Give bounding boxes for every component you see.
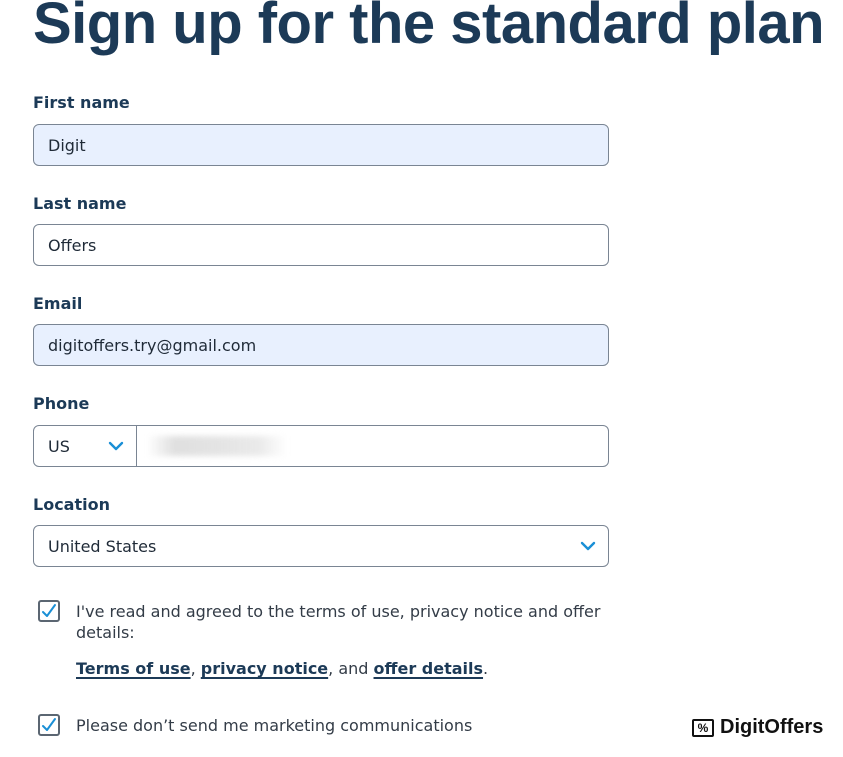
location-select[interactable]: United States xyxy=(33,525,609,567)
page-title: Sign up for the standard plan xyxy=(33,0,825,56)
watermark-brand: DigitOffers xyxy=(720,716,824,738)
privacy-notice-link[interactable]: privacy notice xyxy=(201,659,328,678)
first-name-value: Digit xyxy=(48,135,86,155)
phone-number-redacted xyxy=(147,436,287,456)
terms-text-line1: I've read and agreed to the terms of use… xyxy=(76,602,601,621)
percent-icon: % xyxy=(692,718,714,737)
location-label: Location xyxy=(33,495,110,514)
phone-label: Phone xyxy=(33,394,90,413)
terms-checkbox-label: I've read and agreed to the terms of use… xyxy=(76,601,600,643)
email-value: digitoffers.try@gmail.com xyxy=(48,335,257,355)
phone-field: US xyxy=(33,425,609,467)
marketing-checkbox-label: Please don’t send me marketing communica… xyxy=(76,716,473,735)
terms-checkbox[interactable] xyxy=(38,600,60,622)
separator: , and xyxy=(328,659,374,678)
terms-of-use-link[interactable]: Terms of use xyxy=(76,659,191,678)
phone-country-value: US xyxy=(48,436,70,456)
marketing-opt-out-checkbox[interactable] xyxy=(38,714,60,736)
email-label: Email xyxy=(33,294,83,313)
checkmark-icon xyxy=(42,718,56,731)
terms-text-line2: details: xyxy=(76,623,135,642)
legal-links: Terms of use, privacy notice, and offer … xyxy=(76,659,488,678)
chevron-down-icon xyxy=(580,541,596,551)
phone-country-select[interactable]: US xyxy=(34,426,137,466)
signup-page: Sign up for the standard plan First name… xyxy=(0,0,843,757)
offer-details-link[interactable]: offer details xyxy=(374,659,484,678)
last-name-label: Last name xyxy=(33,194,127,213)
first-name-input[interactable]: Digit xyxy=(33,124,609,166)
first-name-label: First name xyxy=(33,93,130,112)
email-input[interactable]: digitoffers.try@gmail.com xyxy=(33,324,609,366)
last-name-value: Offers xyxy=(48,235,97,255)
separator: , xyxy=(190,659,201,678)
checkmark-icon xyxy=(42,604,56,617)
period: . xyxy=(483,659,489,678)
digitoffers-watermark: % DigitOffers xyxy=(692,716,823,739)
last-name-input[interactable]: Offers xyxy=(33,224,609,266)
location-value: United States xyxy=(48,536,157,556)
chevron-down-icon xyxy=(108,441,124,451)
phone-number-input[interactable] xyxy=(137,426,608,466)
